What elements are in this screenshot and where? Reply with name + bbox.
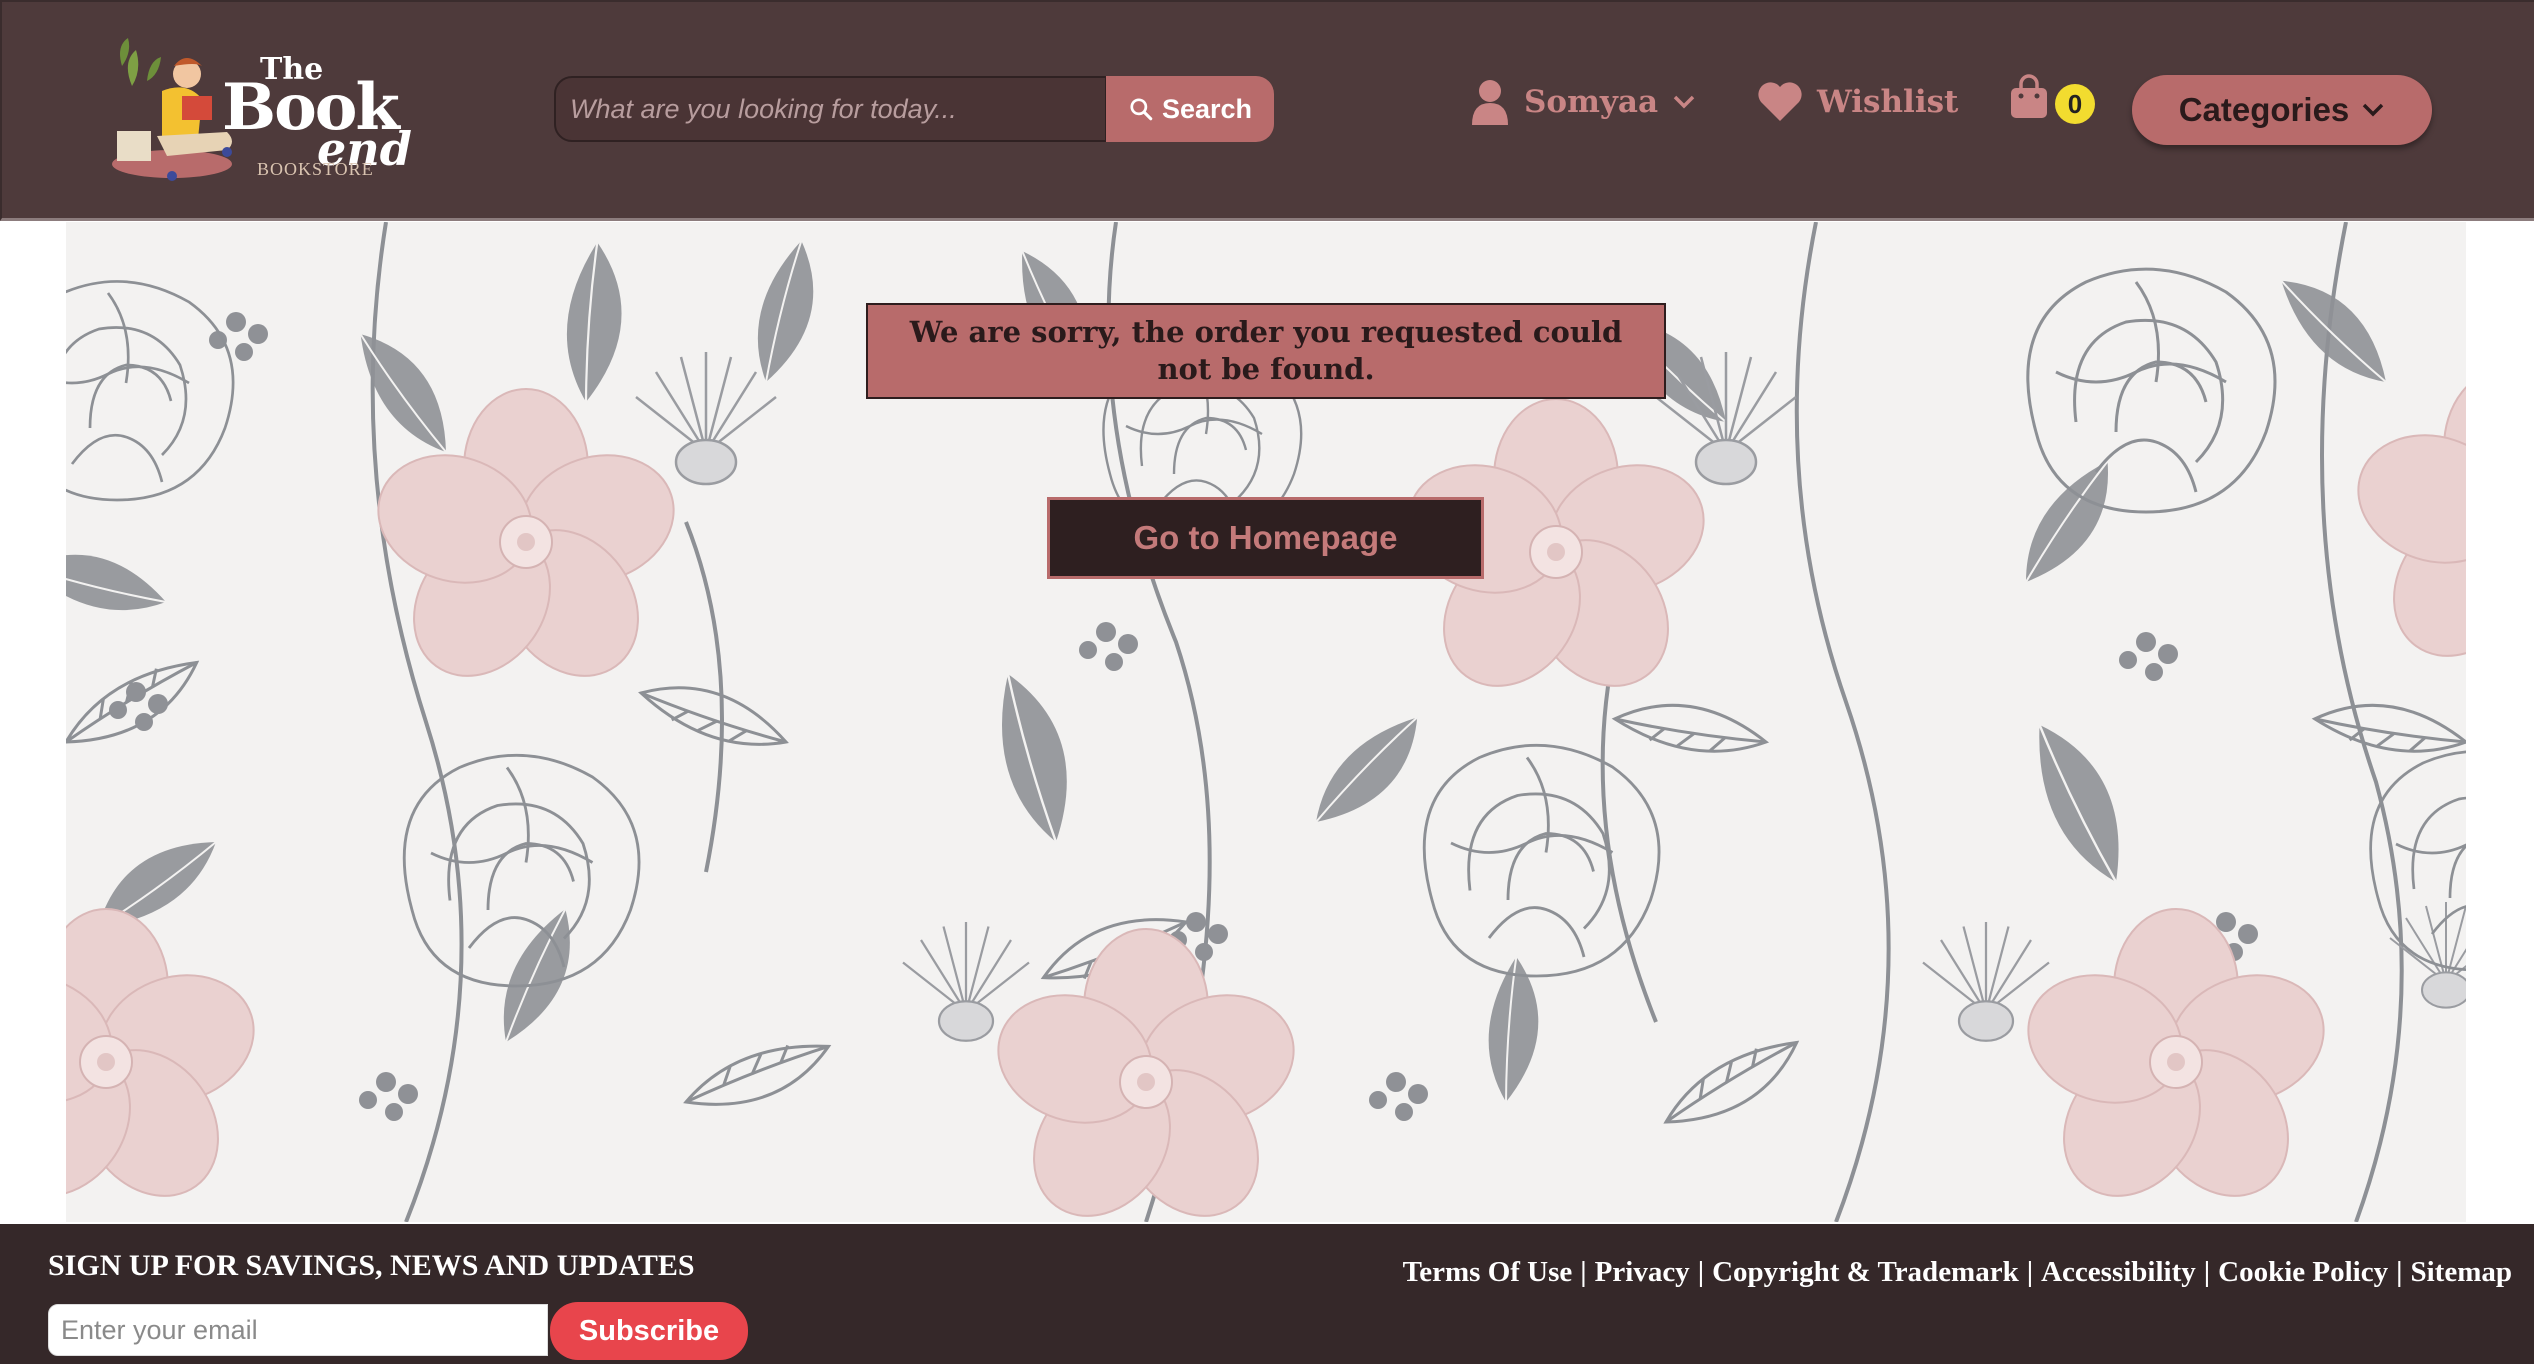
footer-link-copyright[interactable]: Copyright & Trademark	[1712, 1256, 2019, 1289]
footer-link-privacy[interactable]: Privacy	[1595, 1256, 1690, 1289]
categories-dropdown[interactable]: Categories	[2132, 75, 2432, 145]
link-separator: |	[2026, 1256, 2034, 1288]
search-button[interactable]: Search	[1106, 76, 1274, 142]
bookend-logo[interactable]: The Book end BOOKSTORE	[102, 26, 412, 201]
cart-button[interactable]: 0	[2007, 72, 2097, 132]
wishlist-link[interactable]: Wishlist	[1757, 72, 1958, 132]
search-bar: Search	[554, 76, 1274, 146]
main-content: We are sorry, the order you requested co…	[66, 222, 2466, 1222]
go-to-homepage-button[interactable]: Go to Homepage	[1047, 497, 1484, 579]
order-not-found-alert: We are sorry, the order you requested co…	[866, 303, 1666, 399]
search-button-label: Search	[1161, 93, 1253, 124]
user-icon	[1472, 80, 1508, 125]
footer-link-terms[interactable]: Terms Of Use	[1403, 1256, 1573, 1289]
footer-link-cookie-policy[interactable]: Cookie Policy	[2218, 1256, 2388, 1289]
footer-link-sitemap[interactable]: Sitemap	[2411, 1256, 2513, 1289]
link-separator: |	[2396, 1256, 2403, 1288]
cart-count-badge: 0	[2055, 84, 2095, 124]
logo-subtitle: BOOKSTORE	[257, 159, 374, 179]
link-separator: |	[2203, 1256, 2211, 1288]
categories-label: Categories	[2178, 91, 2350, 128]
user-menu[interactable]: Somyaa	[1470, 72, 1696, 132]
subscribe-button[interactable]: Subscribe	[550, 1302, 748, 1360]
chevron-down-icon	[1673, 95, 1695, 109]
search-icon	[1130, 98, 1153, 121]
search-input[interactable]	[554, 76, 1107, 142]
shopping-bag-icon	[2011, 74, 2047, 118]
newsletter-title: SIGN UP FOR SAVINGS, NEWS AND UPDATES	[48, 1249, 695, 1282]
link-separator: |	[1697, 1256, 1705, 1288]
user-name: Somyaa	[1524, 84, 1659, 120]
footer-link-accessibility[interactable]: Accessibility	[2041, 1256, 2196, 1289]
site-header: The Book end BOOKSTORE Search Somyaa Wis…	[0, 0, 2534, 221]
email-input[interactable]	[48, 1304, 548, 1356]
site-footer: SIGN UP FOR SAVINGS, NEWS AND UPDATES Su…	[0, 1224, 2534, 1364]
wishlist-label: Wishlist	[1817, 84, 1959, 120]
heart-icon	[1758, 82, 1802, 121]
footer-links: Terms Of Use | Privacy | Copyright & Tra…	[1403, 1256, 2512, 1289]
link-separator: |	[1580, 1256, 1587, 1288]
chevron-down-icon	[2363, 103, 2384, 117]
